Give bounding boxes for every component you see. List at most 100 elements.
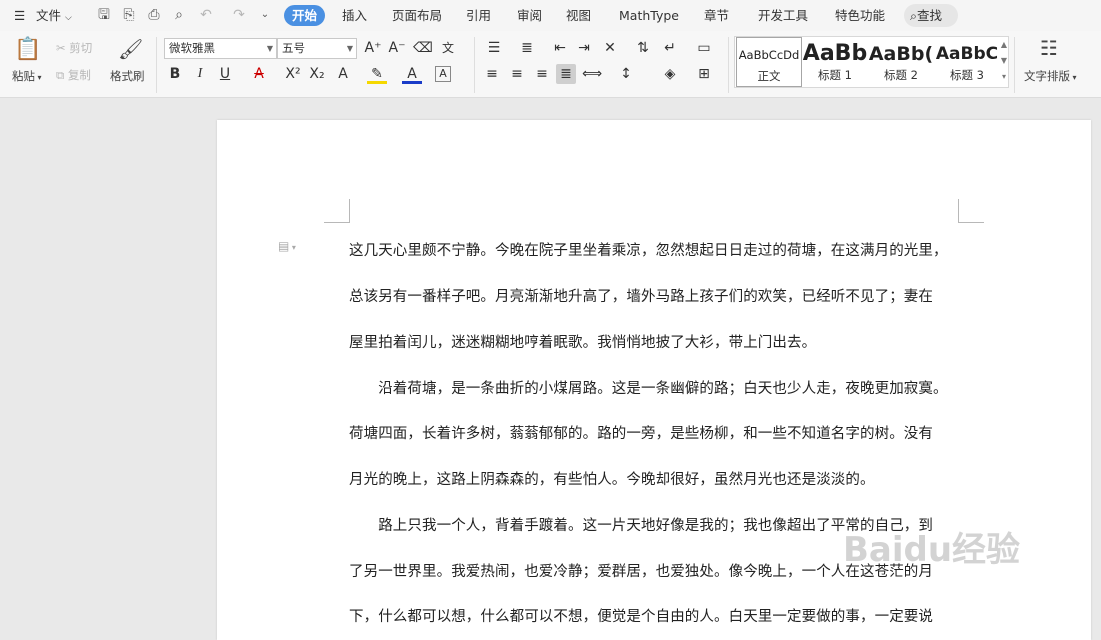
print-preview-icon[interactable]: ⌕	[170, 6, 188, 24]
customize-icon[interactable]: ⌄	[256, 6, 274, 24]
paste-button[interactable]: 粘贴 ▾	[12, 68, 42, 84]
divider	[728, 37, 729, 93]
increase-indent-icon[interactable]: ⇥	[574, 38, 594, 58]
paste-icon[interactable]: 📋	[14, 37, 41, 62]
font-name-select[interactable]: 微软雅黑 ▼	[164, 38, 277, 59]
font-name-value: 微软雅黑	[169, 41, 215, 55]
decrease-indent-icon[interactable]: ⇤	[550, 38, 570, 58]
divider	[156, 37, 157, 93]
align-left-icon[interactable]: ≡	[482, 64, 502, 84]
distribute-icon[interactable]: ⟺	[582, 64, 602, 84]
watermark: Baidu经验	[843, 530, 1021, 570]
menu-bar: ☰ 文件 ⌵ 🖫 ⎘ ⎙ ⌕ ↶ ↷ ⌄ 开始 插入 页面布局 引用 审阅 视图…	[0, 0, 1101, 31]
tab-review[interactable]: 审阅	[509, 5, 550, 26]
align-center-icon[interactable]: ≡	[507, 64, 527, 84]
redo-icon[interactable]: ↷	[230, 6, 248, 24]
table-icon[interactable]: ▭	[694, 38, 714, 58]
format-painter-icon[interactable]: 🖌	[118, 37, 143, 61]
justify-icon[interactable]: ≣	[556, 64, 576, 84]
text-line[interactable]: 荷塘四面，长着许多树，蓊蓊郁郁的。路的一旁，是些杨柳，和一些不知道名字的树。没有	[349, 422, 933, 443]
cut-button[interactable]: ✂ 剪切	[56, 40, 92, 56]
tab-special[interactable]: 特色功能	[827, 5, 893, 26]
hamburger-icon[interactable]: ☰	[14, 5, 25, 26]
text-effect-icon[interactable]: A	[333, 64, 353, 84]
tab-insert[interactable]: 插入	[334, 5, 375, 26]
style-name: 正文	[757, 69, 781, 83]
font-color-icon[interactable]: A	[402, 64, 422, 84]
text-line[interactable]: 总该另有一番样子吧。月亮渐渐地升高了，墙外马路上孩子们的欢笑，已经听不见了；妻在	[349, 285, 933, 306]
copy-label: 复制	[67, 68, 91, 82]
undo-icon[interactable]: ↶	[197, 6, 215, 24]
format-painter-button[interactable]: 格式刷	[110, 68, 145, 84]
file-menu-label: 文件	[36, 8, 62, 23]
grow-font-icon[interactable]: A⁺	[363, 38, 383, 58]
ribbon: 📋 粘贴 ▾ ✂ 剪切 ⧉ 复制 🖌 格式刷 微软雅黑 ▼ 五号 ▼ A⁺ A⁻ ⌫…	[0, 31, 1101, 98]
copy-button[interactable]: ⧉ 复制	[56, 67, 91, 83]
border-icon[interactable]: ⊞	[694, 64, 714, 84]
scissors-icon: ✂	[56, 41, 66, 55]
margin-mark	[958, 199, 984, 223]
search-button[interactable]: ⌕查找	[904, 4, 958, 27]
style-heading-2[interactable]: AaBb( 标题 2	[868, 37, 934, 87]
paste-label: 粘贴	[12, 69, 35, 83]
sort-icon[interactable]: ⇅	[633, 38, 653, 58]
style-preview: AaBb(	[868, 43, 934, 65]
shading-icon[interactable]: ◈	[660, 64, 680, 84]
style-normal[interactable]: AaBbCcDd 正文	[736, 37, 802, 87]
line-spacing-icon[interactable]: ↕	[616, 64, 636, 84]
text-line[interactable]: 屋里拍着闰儿，迷迷糊糊地哼着眠歌。我悄悄地披了大衫，带上门出去。	[349, 331, 816, 352]
tab-mathtype[interactable]: MathType	[611, 5, 687, 26]
search-icon: ⌕	[910, 8, 918, 23]
chevron-down-icon: ▼	[266, 44, 273, 53]
tab-chapter[interactable]: 章节	[696, 5, 737, 26]
text-line[interactable]: 月光的晚上，这路上阴森森的，有些怕人。今晚却很好，虽然月光也还是淡淡的。	[349, 468, 875, 489]
export-icon[interactable]: ⎘	[120, 6, 138, 24]
chevron-down-icon: ▼	[346, 44, 353, 53]
tab-home[interactable]: 开始	[284, 5, 326, 26]
italic-icon[interactable]: I	[190, 64, 210, 84]
superscript-icon[interactable]: X²	[283, 64, 303, 84]
shrink-font-icon[interactable]: A⁻	[387, 38, 407, 58]
save-icon[interactable]: 🖫	[95, 6, 113, 24]
text-line[interactable]: 沿着荷塘，是一条曲折的小煤屑路。这是一条幽僻的路；白天也少人走，夜晚更加寂寞。	[349, 377, 948, 398]
text-line[interactable]: 这几天心里颇不宁静。今晚在院子里坐着乘凉，忽然想起日日走过的荷塘，在这满月的光里…	[349, 239, 948, 260]
pinyin-icon[interactable]: 文	[438, 38, 458, 58]
styles-gallery: AaBbCcDd 正文 AaBb 标题 1 AaBb( 标题 2 AaBbC 标…	[734, 36, 1009, 88]
text-layout-label: 文字排版	[1024, 69, 1070, 83]
divider	[474, 37, 475, 93]
paragraph-handle-icon[interactable]: ▤ ▾	[278, 239, 296, 253]
styles-scroll[interactable]: ▲ ▼ ▾	[999, 37, 1009, 87]
style-name: 标题 2	[884, 68, 918, 82]
numbered-list-icon[interactable]: ≣	[517, 38, 537, 58]
chinese-layout-icon[interactable]: ✕	[600, 38, 620, 58]
highlight-icon[interactable]: ✎	[367, 64, 387, 84]
bullet-list-icon[interactable]: ☰	[484, 38, 504, 58]
font-size-value: 五号	[282, 41, 305, 55]
show-marks-icon[interactable]: ↵	[660, 38, 680, 58]
style-preview: AaBbC	[935, 44, 999, 64]
bold-icon[interactable]: B	[165, 64, 185, 84]
print-icon[interactable]: ⎙	[145, 6, 163, 24]
strikethrough-icon[interactable]: A	[249, 64, 269, 84]
font-size-select[interactable]: 五号 ▼	[277, 38, 357, 59]
tab-view[interactable]: 视图	[558, 5, 599, 26]
align-right-icon[interactable]: ≡	[532, 64, 552, 84]
underline-icon[interactable]: U	[215, 64, 235, 84]
chevron-down-icon: ⌵	[65, 13, 72, 23]
text-layout-icon[interactable]: ☷	[1040, 36, 1058, 60]
tab-developer[interactable]: 开发工具	[750, 5, 816, 26]
tab-references[interactable]: 引用	[458, 5, 499, 26]
subscript-icon[interactable]: X₂	[307, 64, 327, 84]
clear-format-icon[interactable]: ⌫	[413, 38, 433, 58]
file-menu[interactable]: 文件 ⌵	[36, 5, 72, 26]
divider	[1014, 37, 1015, 93]
style-heading-1[interactable]: AaBb 标题 1	[802, 37, 868, 87]
cut-label: 剪切	[69, 41, 93, 55]
style-name: 标题 3	[950, 68, 984, 82]
style-preview: AaBbCcDd	[738, 48, 800, 62]
tab-page-layout[interactable]: 页面布局	[384, 5, 450, 26]
char-border-icon[interactable]: A	[435, 66, 451, 82]
text-layout-button[interactable]: 文字排版 ▾	[1024, 68, 1077, 84]
style-heading-3[interactable]: AaBbC 标题 3	[934, 37, 1000, 87]
copy-icon: ⧉	[56, 68, 65, 82]
